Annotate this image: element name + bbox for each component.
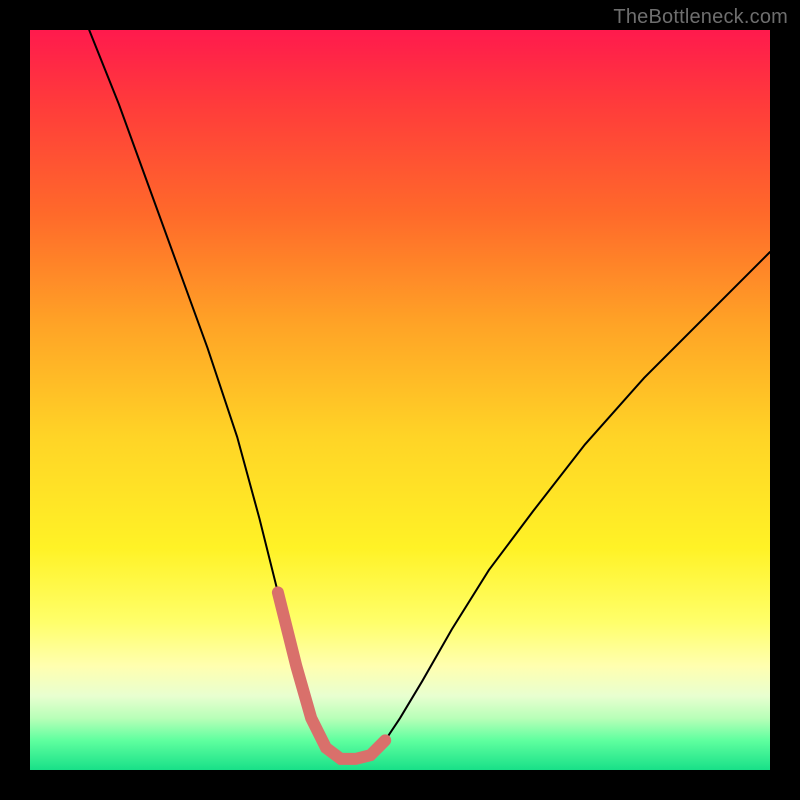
watermark-text: TheBottleneck.com <box>613 6 788 29</box>
low-bottleneck-band <box>278 592 385 759</box>
bottleneck-curve <box>89 30 770 759</box>
curve-svg <box>30 30 770 770</box>
plot-area <box>30 30 770 770</box>
chart-stage: TheBottleneck.com <box>0 0 800 800</box>
